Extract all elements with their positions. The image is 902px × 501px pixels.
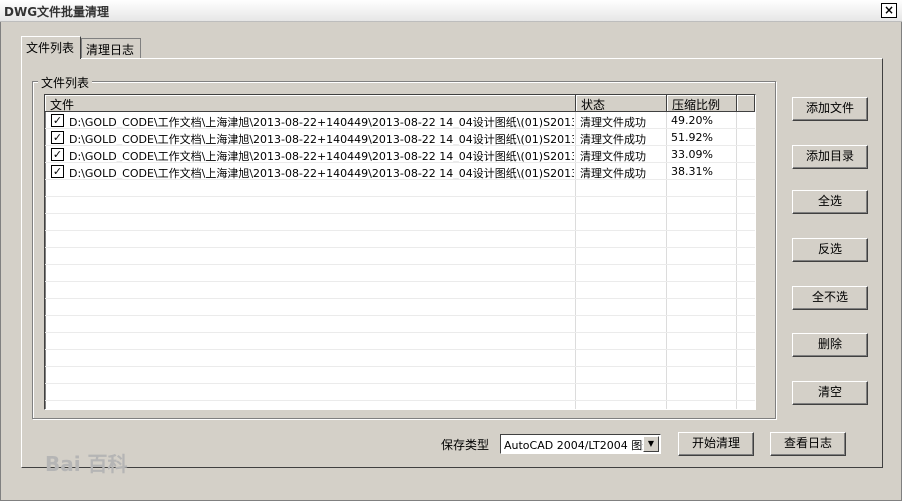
clear-button[interactable]: 清空 [792,381,868,405]
add-directory-button[interactable]: 添加目录 [792,145,868,169]
grid-line [45,128,755,129]
tab-clean-log-label: 清理日志 [86,43,135,57]
add-file-button[interactable]: 添加文件 [792,97,868,121]
grid-line [45,247,755,248]
column-header-file[interactable]: 文件 [45,95,576,112]
grid-line [45,383,755,384]
check-icon[interactable]: ✓ [51,114,64,127]
save-type-value: AutoCAD 2004/LT2004 图形 [504,439,654,452]
table-row[interactable]: ✓ D:\GOLD_CODE\工作文档\上海津旭\2013-08-22+1404… [45,112,755,129]
check-icon[interactable]: ✓ [51,148,64,161]
title-bar: DWG文件批量清理 × [0,0,902,22]
grid-line [45,349,755,350]
grid-line [45,213,755,214]
chevron-down-icon[interactable]: ▼ [643,436,659,452]
grid-line [45,145,755,146]
table-row[interactable]: ✓ D:\GOLD_CODE\工作文档\上海津旭\2013-08-22+1404… [45,129,755,146]
tab-file-list[interactable]: 文件列表 [21,36,81,59]
delete-button[interactable]: 删除 [792,333,868,357]
select-none-button[interactable]: 全不选 [792,286,868,310]
window-title: DWG文件批量清理 [4,5,110,19]
grid-line [45,315,755,316]
close-icon[interactable]: × [881,3,897,18]
group-label: 文件列表 [38,74,93,91]
view-log-button[interactable]: 查看日志 [770,432,846,456]
grid-line [45,196,755,197]
row-ratio: 51.92% [671,131,713,144]
list-body: ✓ D:\GOLD_CODE\工作文档\上海津旭\2013-08-22+1404… [45,112,755,409]
grid-line [45,400,755,401]
grid-line [45,179,755,180]
table-row[interactable]: ✓ D:\GOLD_CODE\工作文档\上海津旭\2013-08-22+1404… [45,163,755,180]
row-ratio: 38.31% [671,165,713,178]
column-header-ratio[interactable]: 压缩比例 [667,95,737,112]
grid-line [45,230,755,231]
row-ratio: 49.20% [671,114,713,127]
select-all-button[interactable]: 全选 [792,190,868,214]
tab-clean-log[interactable]: 清理日志 [81,38,141,59]
check-icon[interactable]: ✓ [51,165,64,178]
table-row[interactable]: ✓ D:\GOLD_CODE\工作文档\上海津旭\2013-08-22+1404… [45,146,755,163]
list-header: 文件 状态 压缩比例 [45,95,755,112]
save-type-select[interactable]: AutoCAD 2004/LT2004 图形 ▼ [500,434,661,454]
watermark-text: Bai 百科 [45,452,128,476]
save-type-label: 保存类型 [441,438,490,452]
grid-line [45,264,755,265]
tab-file-list-label: 文件列表 [26,41,75,55]
watermark-logo: Bai 百科 [45,448,128,477]
grid-line [45,162,755,163]
column-header-status[interactable]: 状态 [576,95,667,112]
grid-line [45,281,755,282]
grid-line [45,332,755,333]
invert-selection-button[interactable]: 反选 [792,238,868,262]
check-icon[interactable]: ✓ [51,131,64,144]
column-header-filler [737,95,755,112]
row-ratio: 33.09% [671,148,713,161]
file-list[interactable]: 文件 状态 压缩比例 ✓ D:\GOLD_CODE\工作文档\上海津旭\2013… [44,94,756,410]
grid-line [45,298,755,299]
grid-line [45,366,755,367]
start-clean-button[interactable]: 开始清理 [678,432,754,456]
